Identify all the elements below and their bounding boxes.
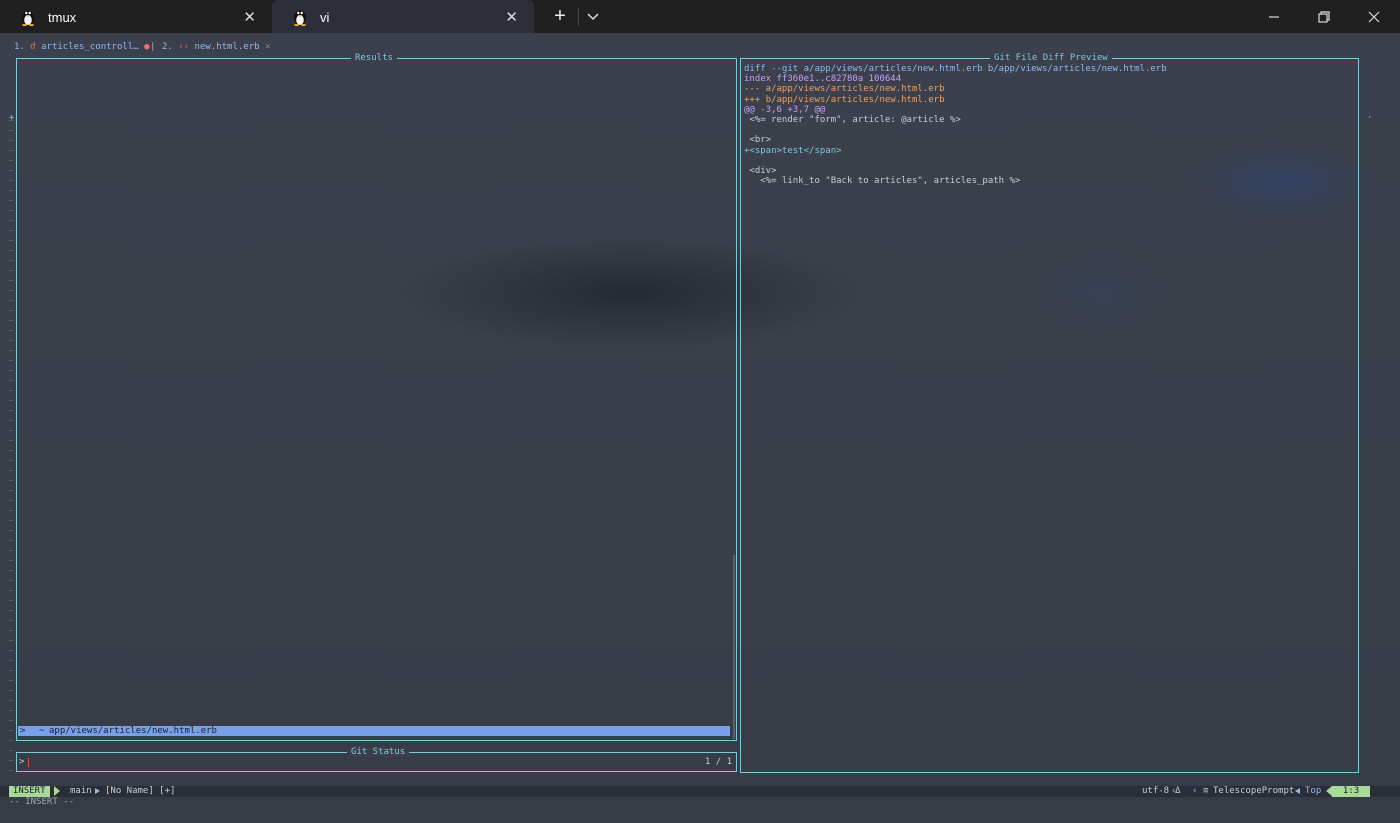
- gutter-plus-icon: +: [9, 113, 15, 123]
- prompt-prefix: >: [19, 757, 25, 767]
- window-titlebar: tmux ✕ vi ✕ +: [0, 0, 1400, 33]
- diff-line: index ff360e1..c82780a 100644: [744, 74, 902, 85]
- diff-line: +++ b/app/views/articles/new.html.erb: [744, 94, 945, 105]
- diff-line: @@ -3,6 +3,7 @@: [744, 104, 826, 115]
- gutter-indicators: [9, 120, 13, 780]
- tux-icon: [22, 10, 34, 26]
- file-type: TelescopePrompt: [1213, 786, 1295, 796]
- bufferline: 1. ժ articles_controll… ● | 2. ‹› new.ht…: [0, 42, 1400, 54]
- minimize-button[interactable]: [1249, 0, 1299, 33]
- file-encoding: utf-8: [1142, 786, 1170, 796]
- tab-vi[interactable]: vi ✕: [272, 0, 534, 33]
- git-modified-icon: ~: [39, 726, 45, 736]
- close-tab-icon[interactable]: ✕: [505, 8, 518, 26]
- buffer-name: articles_controll…: [41, 42, 139, 52]
- statusline: INSERT main [No Name] [+] utf-8 ‹ Δ ‹ ≡ …: [0, 786, 1400, 797]
- diff-line: <div>: [744, 165, 777, 176]
- scroll-separator: [1295, 788, 1300, 794]
- titlebar-divider: [578, 8, 579, 26]
- buffer-separator: |: [150, 42, 156, 52]
- preview-title: Git File Diff Preview: [990, 53, 1112, 63]
- close-window-button[interactable]: [1349, 0, 1399, 33]
- diff-line: +<span>test</span>: [744, 145, 842, 156]
- mode-separator: [54, 786, 60, 796]
- diff-line: --- a/app/views/articles/new.html.erb: [744, 84, 945, 95]
- result-path: app/views/articles/new.html.erb: [49, 726, 217, 736]
- buffer-tab-articles-controller[interactable]: 1. ժ articles_controll… ●: [14, 42, 150, 52]
- fileformat-icon: Δ: [1175, 786, 1181, 796]
- cursor-position: 1:3: [1332, 786, 1370, 797]
- buffer-tab-new-html-erb[interactable]: 2. ‹› new.html.erb ×: [162, 42, 270, 52]
- git-branch: main: [70, 786, 92, 796]
- results-title: Results: [351, 53, 397, 63]
- tux-icon: [294, 10, 306, 26]
- result-counter: 1 / 1: [704, 757, 732, 767]
- prompt-title: Git Status: [347, 747, 410, 757]
- new-tab-button[interactable]: +: [548, 4, 572, 28]
- minimize-icon: [1269, 15, 1279, 18]
- diff-line: [744, 156, 1167, 166]
- tab-tmux[interactable]: tmux ✕: [0, 0, 272, 33]
- restore-button[interactable]: [1299, 0, 1349, 33]
- mode-indicator: INSERT: [9, 786, 50, 797]
- tab-label: vi: [320, 10, 330, 25]
- branch-separator: [95, 788, 100, 794]
- diff-line: diff --git a/app/views/articles/new.html…: [744, 64, 1167, 74]
- buffer-number: 2.: [162, 42, 173, 52]
- segment-separator: ‹: [1192, 786, 1198, 796]
- close-tab-icon[interactable]: ✕: [243, 8, 256, 26]
- diff-content: diff --git a/app/views/articles/new.html…: [744, 64, 1167, 186]
- text-cursor: [28, 758, 29, 767]
- selected-result-row[interactable]: > ~ app/views/articles/new.html.erb: [18, 726, 730, 736]
- scroll-position: Top: [1305, 786, 1322, 796]
- selection-caret: >: [20, 726, 26, 736]
- modified-dot-icon: ●: [144, 42, 150, 52]
- restore-icon: [1318, 10, 1330, 23]
- command-line: -- INSERT --: [9, 797, 75, 807]
- buffer-name: new.html.erb: [194, 42, 260, 52]
- diff-line: <%= link_to "Back to articles", articles…: [744, 176, 1021, 187]
- file-name: [No Name] [+]: [105, 786, 176, 796]
- erb-icon: ‹›: [178, 42, 190, 52]
- git-status-prompt[interactable]: Git Status > 1 / 1: [16, 747, 737, 772]
- diff-line: [744, 125, 1167, 135]
- close-icon: [1368, 11, 1380, 22]
- gutter-dot-icon: ·: [1367, 113, 1373, 123]
- ruby-icon: ժ: [30, 42, 36, 52]
- chevron-down-icon[interactable]: [584, 6, 602, 26]
- results-scrollbar[interactable]: [733, 555, 735, 739]
- buffer-number: 1.: [14, 42, 25, 52]
- diff-line: <%= render "form", article: @article %>: [744, 114, 961, 125]
- tab-label: tmux: [48, 10, 77, 25]
- filetype-icon: ≡: [1203, 786, 1209, 796]
- diff-preview-panel[interactable]: Git File Diff Preview diff --git a/app/v…: [740, 53, 1359, 773]
- results-panel[interactable]: Results: [16, 53, 737, 741]
- close-buffer-icon[interactable]: ×: [265, 42, 270, 52]
- diff-line: <br>: [744, 135, 772, 146]
